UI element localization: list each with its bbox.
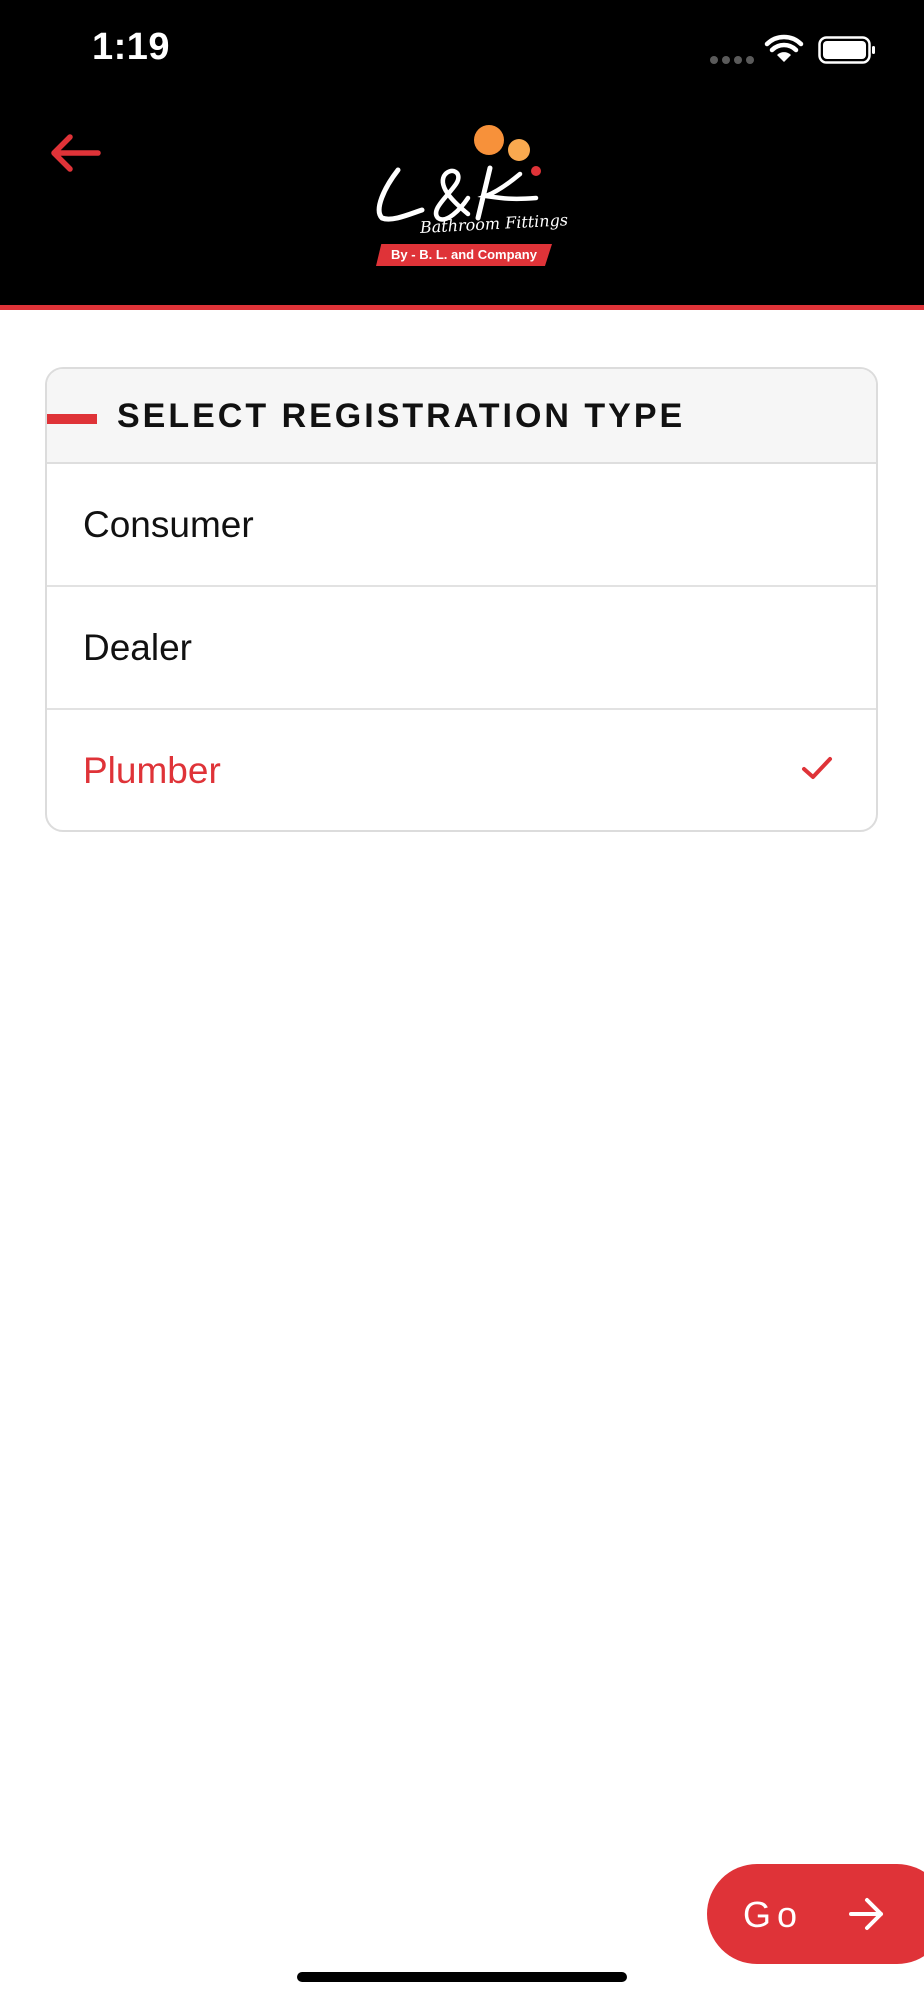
option-label: Dealer [83,627,192,668]
status-time: 1:19 [92,26,171,68]
go-label: Go [743,1894,804,1935]
option-plumber[interactable]: Plumber [47,710,876,830]
checkmark-icon [802,757,832,779]
battery-icon [818,36,875,64]
header-accent-line [0,305,924,310]
logo-banner: By - B. L. and Company [376,244,552,266]
back-arrow-icon [51,134,101,172]
logo-banner-text: By - B. L. and Company [391,247,537,262]
registration-type-card: SELECT REGISTRATION TYPE Consumer Dealer… [45,367,878,832]
option-label: Consumer [83,504,254,545]
arrow-right-icon [849,1898,883,1930]
home-indicator[interactable] [297,1972,627,1982]
wifi-icon [764,34,804,62]
option-consumer[interactable]: Consumer [47,464,876,587]
status-bar: 1:19 [0,0,924,100]
registration-type-screen: 1:19 Bathroom Fittings By - B. L. and Co… [0,0,924,2000]
back-button[interactable] [46,128,116,178]
card-title: SELECT REGISTRATION TYPE [117,397,686,435]
signal-dots-icon [710,56,754,66]
card-header: SELECT REGISTRATION TYPE [47,369,876,464]
go-button[interactable]: Go [707,1864,924,1964]
title-accent-bar [47,414,97,424]
brand-logo: Bathroom Fittings By - B. L. and Company [360,118,570,268]
option-label: Plumber [83,750,221,791]
option-dealer[interactable]: Dealer [47,587,876,710]
